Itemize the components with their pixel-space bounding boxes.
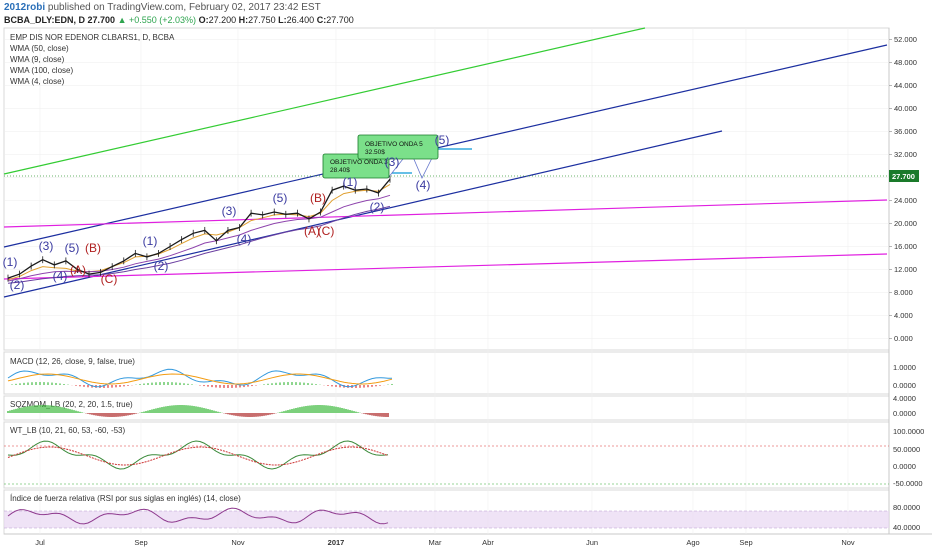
sqz-pane-frame (3, 395, 890, 421)
price-marker: 27.700 (889, 170, 919, 182)
rsi-band (4, 511, 889, 528)
y-tick-label: 40.000 (894, 104, 917, 113)
wave-label[interactable]: (2) (10, 278, 25, 292)
y-tick-label: 44.000 (894, 81, 917, 90)
target-3-value: 28.40$ (330, 167, 350, 174)
legend-title: EMP DIS NOR EDENOR CLBARS1, D, BCBA (10, 33, 175, 42)
y-tick-label: 20.000 (894, 219, 917, 228)
wave-label[interactable]: (4) (237, 232, 252, 246)
rsi-title: Índice de fuerza relativa (RSI por sus s… (10, 494, 241, 503)
y-tick-label: 52.000 (894, 35, 917, 44)
y-tick-label: 12.000 (894, 265, 917, 274)
legend-wma9: WMA (9, close) (10, 55, 65, 64)
wave-label[interactable]: (2) (154, 259, 169, 273)
macd-title: MACD (12, 26, close, 9, false, true) (10, 357, 135, 366)
y-tick-label: 32.000 (894, 150, 917, 159)
wave-label[interactable]: (3) (385, 155, 400, 169)
wave-label[interactable]: (4) (416, 178, 431, 192)
wave-label[interactable]: (A) (70, 263, 86, 277)
squeeze-momentum-pane[interactable]: SQZMOM_LB (20, 2, 20, 1.5, true) 4.0000 … (7, 394, 916, 418)
x-tick-label: Ago (686, 538, 699, 547)
magenta-line-upper[interactable] (3, 199, 888, 228)
rsi-pane[interactable]: Índice de fuerza relativa (RSI por sus s… (4, 494, 920, 532)
wt-line-2 (7, 446, 389, 466)
target-5-value: 32.50$ (365, 149, 385, 156)
y-tick-label: 8.000 (894, 288, 913, 297)
wt-tick-100: 100.0000 (893, 427, 924, 436)
wt-tick-m50: -50.0000 (893, 479, 923, 488)
x-tick-label: Sep (134, 538, 147, 547)
y-tick-label: 0.000 (894, 334, 913, 343)
chart-canvas[interactable]: 52.00048.00044.00040.00036.00032.00028.0… (0, 0, 932, 550)
wave-label[interactable]: (C) (101, 272, 118, 286)
wt-tick-50: 50.0000 (893, 445, 920, 454)
price-axis[interactable]: 52.00048.00044.00040.00036.00032.00028.0… (889, 35, 917, 343)
x-tick-label: Jun (586, 538, 598, 547)
main-pane-frame (3, 27, 890, 351)
wt-pane-frame (3, 421, 890, 489)
sqz-tick-4: 4.0000 (893, 394, 916, 403)
wave-label[interactable]: (5) (435, 133, 450, 147)
wave-label[interactable]: (1) (3, 255, 18, 269)
rsi-tick-80: 80.0000 (893, 503, 920, 512)
wave-label[interactable]: (1) (143, 234, 158, 248)
wave-label[interactable]: (2) (370, 200, 385, 214)
legend-wma100: WMA (100, close) (10, 66, 73, 75)
wavetrend-pane[interactable]: WT_LB (10, 21, 60, 53, -60, -53) 100.000… (4, 426, 924, 488)
legend-wma4: WMA (4, close) (10, 77, 65, 86)
wt-line-1 (7, 440, 389, 470)
y-tick-label: 36.000 (894, 127, 917, 136)
wave-label[interactable]: (3) (39, 239, 54, 253)
y-tick-label: 16.000 (894, 242, 917, 251)
green-channel-line[interactable] (3, 27, 646, 175)
y-tick-label: 24.000 (894, 196, 917, 205)
wave-label[interactable]: (C) (318, 224, 335, 238)
y-tick-label: 4.000 (894, 311, 913, 320)
macd-pane[interactable]: MACD (12, 26, close, 9, false, true) 1.0… (7, 357, 916, 390)
price-marker-label: 27.700 (892, 172, 915, 181)
x-tick-label: Nov (231, 538, 245, 547)
rsi-tick-40: 40.0000 (893, 523, 920, 532)
time-axis[interactable]: Jul Sep Nov 2017 Mar Abr Jun Ago Sep Nov (35, 538, 855, 547)
x-tick-label: Sep (739, 538, 752, 547)
wave-label[interactable]: (1) (343, 175, 358, 189)
macd-signal-line (7, 373, 393, 385)
wave-label[interactable]: (B) (310, 191, 326, 205)
grid-lines (4, 28, 889, 534)
sqz-tick-0: 0.0000 (893, 409, 916, 418)
wave-label[interactable]: (B) (85, 241, 101, 255)
wt-tick-0: 0.0000 (893, 462, 916, 471)
x-tick-label: 2017 (328, 538, 345, 547)
legend-wma50: WMA (50, close) (10, 44, 69, 53)
wave-label[interactable]: (4) (53, 269, 68, 283)
x-tick-label: Nov (841, 538, 855, 547)
macd-pane-frame (3, 351, 890, 395)
wave-label[interactable]: (5) (273, 191, 288, 205)
main-legend[interactable]: EMP DIS NOR EDENOR CLBARS1, D, BCBA WMA … (10, 33, 175, 86)
wt-title: WT_LB (10, 21, 60, 53, -60, -53) (10, 426, 126, 435)
y-tick-label: 48.000 (894, 58, 917, 67)
target-3-title: OBJETIVO ONDA 3 (330, 159, 388, 166)
target-5-title: OBJETIVO ONDA 5 (365, 141, 423, 148)
x-tick-label: Mar (429, 538, 442, 547)
x-tick-label: Abr (482, 538, 494, 547)
macd-tick-0: 0.0000 (893, 381, 916, 390)
wave-label[interactable]: (3) (222, 204, 237, 218)
x-tick-label: Jul (35, 538, 45, 547)
macd-tick-1: 1.0000 (893, 363, 916, 372)
wave-label[interactable]: (5) (65, 241, 80, 255)
